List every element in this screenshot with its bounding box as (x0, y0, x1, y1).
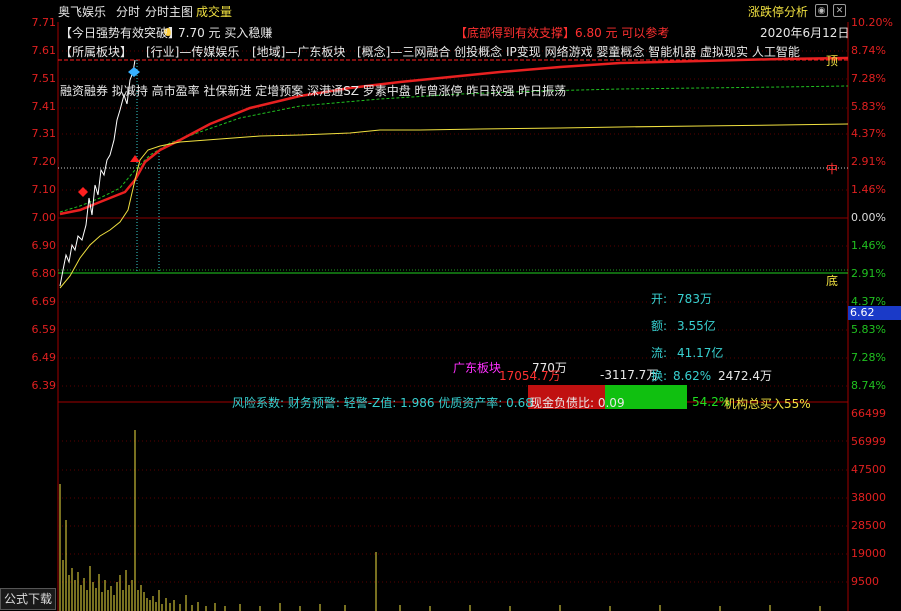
bottom-signal-price: 6.80 元 可以参考 (575, 26, 670, 40)
top-marker-label: 顶 (826, 54, 839, 68)
volume-bars (59, 430, 821, 611)
open-label: 开: (651, 292, 668, 306)
cash-debt-ratio: 现金负债比: 0.09 (530, 396, 625, 410)
concepts-label: [概念]—三网融合 创投概念 IP变现 网络游戏 婴童概念 智能机器 虚拟现实 … (357, 45, 800, 59)
volume-axis-tick: 47500 (851, 463, 886, 476)
turnover-value: 8.62% (673, 369, 712, 383)
volume-axis-tick: 66499 (851, 407, 886, 420)
strong-signal-label: 【今日强势有效突破】 (60, 26, 181, 40)
volume-axis-tick: 56999 (851, 435, 886, 448)
right-axis-tick: 1.46% (851, 183, 886, 196)
left-axis-tick: 6.69 (31, 295, 57, 308)
right-axis-tick: 7.28% (851, 72, 886, 85)
right-axis-tick: 2.91% (851, 267, 886, 280)
left-axis-tick: 7.61 (31, 44, 57, 57)
right-axis-tick: 5.83% (851, 100, 886, 113)
flow-b: 2472.4万 (718, 369, 772, 383)
open-value: 783万 (677, 292, 712, 306)
formula-download-button[interactable]: 公式下载 (0, 588, 56, 610)
right-axis-tick: 10.20% (851, 16, 893, 29)
right-axis-tick: 7.28% (851, 351, 886, 364)
red-triangle-icon (130, 155, 140, 162)
current-price-tag: 6.62 (848, 306, 901, 320)
turnover-label: 换: (651, 369, 668, 383)
sector-label: 【所属板块】 (60, 45, 133, 59)
risk-line: 风险系数: 财务预警: 轻警-Z值: 1.986 优质资产率: 0.68 (232, 396, 533, 410)
volume-axis-tick: 38000 (851, 491, 886, 504)
flow-a: -3117.7万 (600, 368, 659, 382)
right-axis-tick: 1.46% (851, 239, 886, 252)
amount-value: 3.55亿 (677, 319, 716, 333)
left-axis-tick: 7.51 (31, 72, 57, 85)
left-axis-tick: 7.00 (31, 211, 57, 224)
tags-label: 融资融券 拟减持 高市盈率 社保新进 定增预案 深港通SZ 罗素中盘 昨曾涨停 … (60, 84, 567, 98)
date-text: 2020年6月12日 (760, 26, 850, 40)
right-axis-tick: 5.83% (851, 323, 886, 336)
bottom-signal-label: 【底部得到有效支撑】 (455, 26, 576, 40)
left-axis-tick: 7.20 (31, 155, 57, 168)
left-axis-tick: 6.80 (31, 267, 57, 280)
volume-axis-tick: 9500 (851, 575, 879, 588)
diamond-marker-icon (128, 67, 140, 77)
red-diamond-icon (78, 187, 88, 197)
left-axis-tick: 6.49 (31, 351, 57, 364)
left-axis-tick: 7.41 (31, 100, 57, 113)
float-label: 流: (651, 346, 668, 360)
region-label: [地域]—广东板块 (252, 45, 346, 59)
sector-flow: 17054.7万 (499, 369, 561, 383)
mid-marker-label: 中 (826, 162, 839, 176)
sector-name: 广东板块 (453, 361, 502, 375)
bottom-marker-label: 底 (826, 274, 839, 288)
right-axis-tick: 8.74% (851, 379, 886, 392)
right-axis-tick: 0.00% (851, 211, 886, 224)
left-axis-tick: 6.59 (31, 323, 57, 336)
left-axis-tick: 6.39 (31, 379, 57, 392)
strong-signal-price: 7.70 元 买入稳赚 (178, 26, 273, 40)
industry-label: [行业]—传媒娱乐 (146, 45, 240, 59)
volume-axis-tick: 28500 (851, 519, 886, 532)
right-axis-tick: 4.37% (851, 127, 886, 140)
left-axis-tick: 7.10 (31, 183, 57, 196)
left-axis-tick: 7.71 (31, 16, 57, 29)
amount-label: 额: (651, 319, 668, 333)
volume-axis-tick: 19000 (851, 547, 886, 560)
left-axis-tick: 7.31 (31, 127, 57, 140)
right-axis-tick: 2.91% (851, 155, 886, 168)
right-axis-tick: 8.74% (851, 44, 886, 57)
institution-buy: 机构总买入55% (724, 397, 811, 411)
left-axis-tick: 6.90 (31, 239, 57, 252)
float-value: 41.17亿 (677, 346, 724, 360)
